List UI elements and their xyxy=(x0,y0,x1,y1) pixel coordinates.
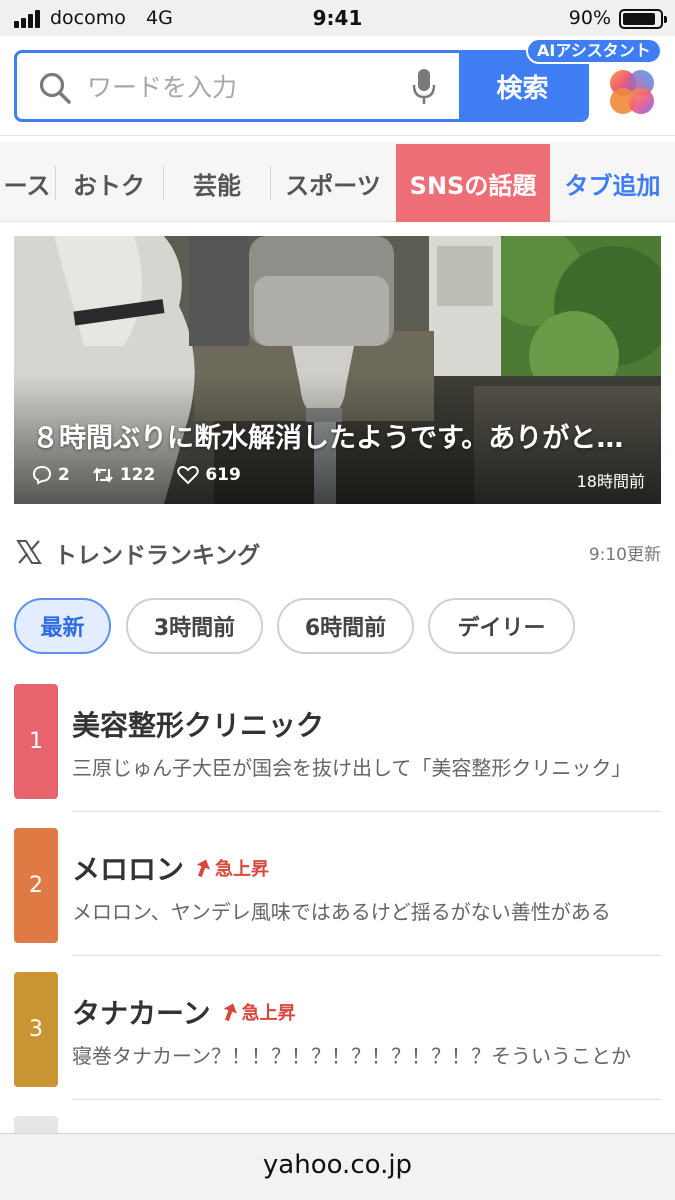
featured-article-time: 18時間前 xyxy=(576,472,645,491)
featured-article-title[interactable]: ８時間ぶりに断水解消したようです。ありがとうございます xyxy=(32,416,642,455)
tab-sports[interactable]: スポーツ xyxy=(271,144,395,222)
filter-latest[interactable]: 最新 xyxy=(14,598,111,654)
ranking-item-description: 三原じゅん子大臣が国会を抜け出して「美容整形クリニック」 xyxy=(72,756,632,780)
ranking-item-title: メロロン xyxy=(72,853,185,886)
tab-sns-topics[interactable]: SNSの話題 xyxy=(396,144,550,222)
trend-ranking-title: トレンドランキング xyxy=(54,543,261,569)
tab-entertainment[interactable]: 芸能 xyxy=(164,144,270,222)
microphone-icon[interactable] xyxy=(411,67,437,107)
up-arrow-icon xyxy=(223,1003,237,1022)
surge-badge: 急上昇 xyxy=(194,855,269,881)
ai-assistant-badge[interactable]: AIアシスタント xyxy=(526,38,662,64)
battery-percent: 90% xyxy=(568,7,611,29)
reply-icon xyxy=(32,465,52,485)
rank-number: 1 xyxy=(14,684,58,799)
url-domain: yahoo.co.jp xyxy=(262,1150,413,1180)
ranking-item[interactable]: 3 タナカーン 急上昇 寝巻タナカーン？！！？！？！？！？！？！？そういうことか xyxy=(14,972,661,1100)
ranking-item-title: 美容整形クリニック xyxy=(72,709,325,742)
tab-add[interactable]: タブ追加 xyxy=(550,144,675,222)
ranking-item[interactable]: 2 メロロン 急上昇 メロロン、ヤンデレ風味ではあるけど揺るがない善性がある xyxy=(14,828,661,956)
ranking-item-description: 寝巻タナカーン？！！？！？！？！？！？！？そういうことか xyxy=(72,1044,631,1068)
surge-badge: 急上昇 xyxy=(221,999,296,1025)
search-input[interactable] xyxy=(87,67,387,107)
tab-news[interactable]: ース xyxy=(0,144,54,222)
status-bar: docomo 4G 9:41 90% xyxy=(0,0,675,36)
filter-3-hours-ago[interactable]: 3時間前 xyxy=(126,598,263,654)
like-count: 619 xyxy=(177,465,241,485)
filter-daily[interactable]: デイリー xyxy=(428,598,575,654)
repost-count: 122 xyxy=(92,465,155,485)
search-header: 検索 AIアシスタント xyxy=(0,36,675,136)
ranking-item-title: タナカーン xyxy=(72,997,211,1030)
rank-number: 3 xyxy=(14,972,58,1087)
ranking-item[interactable]: 1 美容整形クリニック 三原じゅん子大臣が国会を抜け出して「美容整形クリニック」 xyxy=(14,684,661,812)
search-icon xyxy=(39,72,71,104)
trend-ranking-header: トレンドランキング 9:10更新 xyxy=(14,534,661,570)
repost-icon xyxy=(93,467,113,483)
filter-6-hours-ago[interactable]: 6時間前 xyxy=(277,598,414,654)
featured-article-card[interactable]: ８時間ぶりに断水解消したようです。ありがとうございます 2 122 619 18… xyxy=(14,236,661,504)
ranking-item-description: メロロン、ヤンデレ風味ではあるけど揺るがない善性がある xyxy=(72,900,611,924)
featured-article-stats: 2 122 619 xyxy=(32,464,263,486)
ai-assistant-icon[interactable] xyxy=(606,66,658,118)
reply-count: 2 xyxy=(32,465,70,485)
up-arrow-icon xyxy=(196,859,210,878)
search-box: 検索 xyxy=(14,50,589,122)
x-logo-icon xyxy=(16,540,42,564)
browser-url-bar[interactable]: yahoo.co.jp xyxy=(0,1133,675,1200)
heart-icon xyxy=(177,465,200,485)
tab-otoku[interactable]: おトク xyxy=(56,144,162,222)
trend-updated-time: 9:10更新 xyxy=(588,545,661,565)
battery-icon xyxy=(619,9,667,29)
category-tabs: ース おトク 芸能 スポーツ SNSの話題 タブ追加 xyxy=(0,142,675,222)
rank-number: 2 xyxy=(14,828,58,943)
